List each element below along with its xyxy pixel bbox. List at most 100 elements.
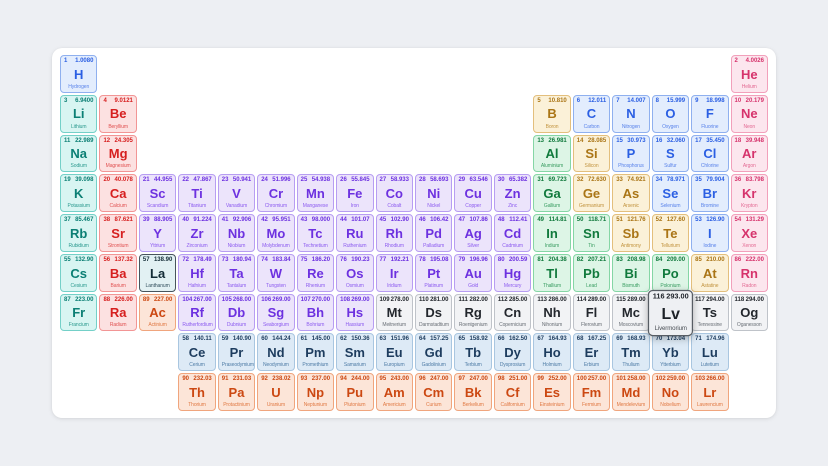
element-tile-pt[interactable]: 78195.08PtPlatinum — [415, 254, 452, 292]
element-tile-ds[interactable]: 110281.00DsDarmstadtium — [415, 294, 452, 332]
element-tile-p[interactable]: 1530.973PPhosphorus — [612, 135, 649, 173]
element-tile-ni[interactable]: 2858.693NiNickel — [415, 174, 452, 212]
element-tile-hg[interactable]: 80200.59HgMercury — [494, 254, 531, 292]
element-tile-bi[interactable]: 83208.98BiBismuth — [612, 254, 649, 292]
element-tile-cl[interactable]: 1735.450ClChlorine — [691, 135, 728, 173]
element-tile-br[interactable]: 3579.904BrBromine — [691, 174, 728, 212]
element-tile-tc[interactable]: 4398.000TcTechnetium — [297, 214, 334, 252]
element-tile-tl[interactable]: 81204.38TlThallium — [533, 254, 570, 292]
element-tile-cn[interactable]: 112285.00CnCopernicium — [494, 294, 531, 332]
element-tile-mo[interactable]: 4295.951MoMolybdenum — [257, 214, 294, 252]
element-tile-n[interactable]: 714.007NNitrogen — [612, 95, 649, 133]
element-tile-mg[interactable]: 1224.305MgMagnesium — [99, 135, 136, 173]
element-tile-er[interactable]: 68167.25ErErbium — [573, 333, 610, 371]
element-tile-pb[interactable]: 82207.21PbLead — [573, 254, 610, 292]
element-tile-po[interactable]: 84209.00PoPolonium — [652, 254, 689, 292]
element-tile-cd[interactable]: 48112.41CdCadmium — [494, 214, 531, 252]
element-tile-hf[interactable]: 72178.49HfHafnium — [178, 254, 215, 292]
element-tile-rb[interactable]: 3785.467RbRubidium — [60, 214, 97, 252]
element-tile-co[interactable]: 2758.933CoCobalt — [376, 174, 413, 212]
element-tile-la[interactable]: 57138.90LaLanthanum — [139, 254, 176, 292]
element-tile-fm[interactable]: 100257.00FmFermium — [573, 373, 610, 411]
element-tile-fe[interactable]: 2655.845FeIron — [336, 174, 373, 212]
element-tile-kr[interactable]: 3683.798KrKrypton — [731, 174, 768, 212]
element-tile-dy[interactable]: 66162.50DyDysprosium — [494, 333, 531, 371]
element-tile-cf[interactable]: 98251.00CfCalifornium — [494, 373, 531, 411]
element-tile-lv[interactable]: 116293.00LvLivermorium — [648, 290, 694, 336]
element-tile-nb[interactable]: 4192.906NbNiobium — [218, 214, 255, 252]
element-tile-mn[interactable]: 2554.938MnManganese — [297, 174, 334, 212]
element-tile-c[interactable]: 612.011CCarbon — [573, 95, 610, 133]
element-tile-i[interactable]: 53126.90IIodine — [691, 214, 728, 252]
element-tile-am[interactable]: 95243.00AmAmericium — [376, 373, 413, 411]
element-tile-ru[interactable]: 44101.07RuRuthenium — [336, 214, 373, 252]
element-tile-mc[interactable]: 115289.00McMoscovium — [612, 294, 649, 332]
element-tile-sb[interactable]: 51121.76SbAntimony — [612, 214, 649, 252]
element-tile-o[interactable]: 815.999OOxygen — [652, 95, 689, 133]
element-tile-cu[interactable]: 2963.546CuCopper — [454, 174, 491, 212]
element-tile-cm[interactable]: 96247.00CmCurium — [415, 373, 452, 411]
element-tile-v[interactable]: 2350.941VVanadium — [218, 174, 255, 212]
element-tile-ce[interactable]: 58140.11CeCerium — [178, 333, 215, 371]
element-tile-cr[interactable]: 2451.996CrChromium — [257, 174, 294, 212]
element-tile-b[interactable]: 510.810BBoron — [533, 95, 570, 133]
element-tile-ne[interactable]: 1020.179NeNeon — [731, 95, 768, 133]
element-tile-es[interactable]: 99252.00EsEinsteinium — [533, 373, 570, 411]
element-tile-ba[interactable]: 56137.32BaBarium — [99, 254, 136, 292]
element-tile-at[interactable]: 85210.00AtAstatine — [691, 254, 728, 292]
element-tile-th[interactable]: 90232.03ThThorium — [178, 373, 215, 411]
element-tile-pu[interactable]: 94244.00PuPlutonium — [336, 373, 373, 411]
element-tile-fl[interactable]: 114289.00FlFlerovium — [573, 294, 610, 332]
element-tile-y[interactable]: 3988.905YYttrium — [139, 214, 176, 252]
element-tile-no[interactable]: 102259.00NoNobelium — [652, 373, 689, 411]
element-tile-te[interactable]: 52127.60TeTellurium — [652, 214, 689, 252]
element-tile-cs[interactable]: 55132.90CsCesium — [60, 254, 97, 292]
element-tile-yb[interactable]: 70173.04YbYtterbium — [652, 333, 689, 371]
element-tile-in[interactable]: 49114.81InIndium — [533, 214, 570, 252]
element-tile-zn[interactable]: 3065.382ZnZinc — [494, 174, 531, 212]
element-tile-eu[interactable]: 63151.96EuEuropium — [376, 333, 413, 371]
element-tile-lr[interactable]: 103266.00LrLawrencium — [691, 373, 728, 411]
element-tile-ta[interactable]: 73180.94TaTantalum — [218, 254, 255, 292]
element-tile-ir[interactable]: 77192.21IrIridium — [376, 254, 413, 292]
element-tile-he[interactable]: 24.0026HeHelium — [731, 55, 768, 93]
element-tile-be[interactable]: 49.0121BeBeryllium — [99, 95, 136, 133]
element-tile-na[interactable]: 1122.989NaSodium — [60, 135, 97, 173]
element-tile-db[interactable]: 105268.00DbDubnium — [218, 294, 255, 332]
element-tile-tb[interactable]: 65158.92TbTerbium — [454, 333, 491, 371]
element-tile-sg[interactable]: 106269.00SgSeaborgium — [257, 294, 294, 332]
element-tile-zr[interactable]: 4091.224ZrZirconium — [178, 214, 215, 252]
element-tile-al[interactable]: 1326.981AlAluminium — [533, 135, 570, 173]
element-tile-au[interactable]: 79196.96AuGold — [454, 254, 491, 292]
element-tile-rn[interactable]: 86222.00RnRadon — [731, 254, 768, 292]
element-tile-pd[interactable]: 46106.42PdPalladium — [415, 214, 452, 252]
element-tile-ga[interactable]: 3169.723GaGallium — [533, 174, 570, 212]
element-tile-ag[interactable]: 47107.86AgSilver — [454, 214, 491, 252]
element-tile-h[interactable]: 11.0080HHydrogen — [60, 55, 97, 93]
element-tile-np[interactable]: 93237.00NpNeptunium — [297, 373, 334, 411]
element-tile-sm[interactable]: 62150.36SmSamarium — [336, 333, 373, 371]
element-tile-u[interactable]: 92238.02UUranium — [257, 373, 294, 411]
element-tile-hs[interactable]: 108269.00HsHassium — [336, 294, 373, 332]
element-tile-pr[interactable]: 59140.90PrPraseodymium — [218, 333, 255, 371]
element-tile-gd[interactable]: 64157.25GdGadolinium — [415, 333, 452, 371]
element-tile-bk[interactable]: 97247.00BkBerkelium — [454, 373, 491, 411]
element-tile-nh[interactable]: 113286.00NhNihonium — [533, 294, 570, 332]
element-tile-ra[interactable]: 88226.00RaRadium — [99, 294, 136, 332]
element-tile-pm[interactable]: 61145.00PmPromethium — [297, 333, 334, 371]
element-tile-og[interactable]: 118294.00OgOganesson — [731, 294, 768, 332]
element-tile-pa[interactable]: 91231.03PaProtactinium — [218, 373, 255, 411]
element-tile-sn[interactable]: 50118.71SnTin — [573, 214, 610, 252]
element-tile-sc[interactable]: 2144.955ScScandium — [139, 174, 176, 212]
element-tile-li[interactable]: 36.9400LiLithium — [60, 95, 97, 133]
element-tile-ts[interactable]: 117294.00TsTennessine — [691, 294, 728, 332]
element-tile-ge[interactable]: 3272.630GeGermanium — [573, 174, 610, 212]
element-tile-lu[interactable]: 71174.96LuLutetium — [691, 333, 728, 371]
element-tile-re[interactable]: 75186.20ReRhenium — [297, 254, 334, 292]
element-tile-tm[interactable]: 69168.93TmThulium — [612, 333, 649, 371]
element-tile-mt[interactable]: 109278.00MtMeitnerium — [376, 294, 413, 332]
element-tile-ho[interactable]: 67164.93HoHolmium — [533, 333, 570, 371]
element-tile-s[interactable]: 1632.060SSulfur — [652, 135, 689, 173]
element-tile-se[interactable]: 3478.971SeSelenium — [652, 174, 689, 212]
element-tile-xe[interactable]: 54131.29XeXenon — [731, 214, 768, 252]
